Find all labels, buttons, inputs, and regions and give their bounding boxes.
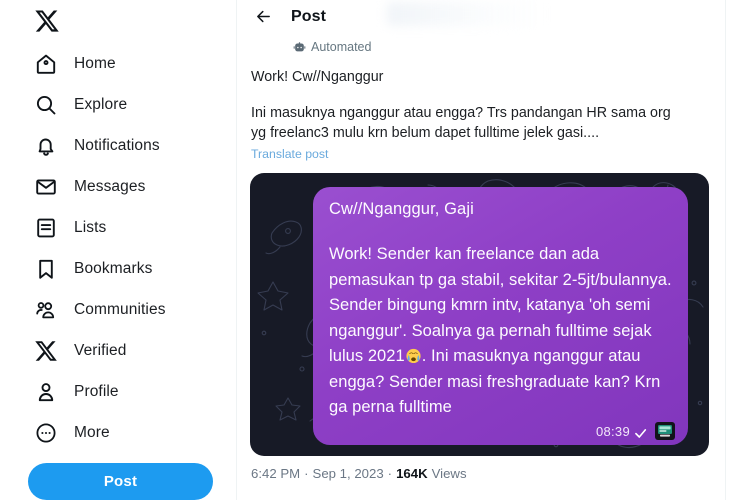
- metadata-separator: ·: [304, 466, 309, 481]
- sidebar-item-label: Lists: [74, 218, 107, 236]
- more-circle-icon: [33, 420, 58, 445]
- person-icon: [33, 379, 58, 404]
- post-time: 6:42 PM: [251, 466, 301, 481]
- sidebar-item-label: Notifications: [74, 136, 160, 154]
- sidebar-item-notifications[interactable]: Notifications: [0, 125, 236, 166]
- sidebar-item-label: Communities: [74, 300, 166, 318]
- translate-post-link[interactable]: Translate post: [251, 147, 328, 161]
- envelope-icon: [33, 174, 58, 199]
- redacted-account-name: [387, 2, 547, 26]
- post-title-line: Work! Cw//Nganggur: [251, 69, 384, 85]
- x-logo-icon: [33, 338, 58, 363]
- sidebar-item-profile[interactable]: Profile: [0, 371, 236, 412]
- bell-icon: [33, 133, 58, 158]
- double-check-icon: [635, 426, 650, 438]
- robot-icon: [293, 41, 306, 54]
- compose-post-button[interactable]: Post: [28, 463, 213, 500]
- automated-label: Automated: [311, 40, 372, 54]
- sidebar-item-lists[interactable]: Lists: [0, 207, 236, 248]
- sidebar-item-messages[interactable]: Messages: [0, 166, 236, 207]
- chat-bubble: Cw//Nganggur, Gaji Work! Sender kan free…: [313, 187, 688, 445]
- sidebar-item-label: Home: [74, 54, 116, 72]
- post-metadata-footer: 6:42 PM · Sep 1, 2023 · 164K Views: [237, 456, 725, 481]
- topbar: Post: [237, 0, 725, 33]
- sidebar-item-label: Messages: [74, 177, 146, 195]
- post-content: Work! Cw//Nganggur Ini masuknya nganggur…: [237, 68, 725, 163]
- metadata-separator: ·: [387, 466, 393, 481]
- sidebar-item-communities[interactable]: Communities: [0, 289, 236, 330]
- page-title: Post: [291, 7, 327, 25]
- automated-badge: Automated: [237, 36, 725, 58]
- views-count: 164K: [396, 466, 428, 481]
- sidebar-item-more[interactable]: More: [0, 412, 236, 453]
- people-icon: [33, 297, 58, 322]
- post-text: Ini masuknya nganggur atau engga? Trs pa…: [251, 105, 671, 141]
- chat-bubble-text: Work! Sender kan freelance dan ada pemas…: [329, 242, 672, 421]
- back-arrow-icon: [255, 8, 272, 25]
- sidebar: Home Explore Notifications Messages List…: [0, 0, 237, 500]
- sidebar-item-label: Profile: [74, 382, 119, 400]
- post-media-image[interactable]: Cw//Nganggur, Gaji Work! Sender kan free…: [250, 173, 709, 456]
- post-date: Sep 1, 2023: [312, 466, 384, 481]
- back-button[interactable]: [250, 3, 277, 30]
- x-twitter-app: Home Explore Notifications Messages List…: [0, 0, 750, 500]
- chat-timestamp: 08:39: [595, 423, 630, 439]
- sticker-thumbnail-icon: [655, 422, 675, 440]
- loudly-crying-face-emoji: [405, 347, 422, 364]
- x-logo-button[interactable]: [0, 2, 60, 39]
- views-label: Views: [431, 466, 467, 481]
- home-icon: [33, 51, 58, 76]
- sidebar-item-bookmarks[interactable]: Bookmarks: [0, 248, 236, 289]
- sidebar-item-home[interactable]: Home: [0, 43, 236, 84]
- sidebar-nav: Home Explore Notifications Messages List…: [0, 43, 236, 453]
- sidebar-item-verified[interactable]: Verified: [0, 330, 236, 371]
- sidebar-item-explore[interactable]: Explore: [0, 84, 236, 125]
- list-icon: [33, 215, 58, 240]
- sidebar-item-label: Bookmarks: [74, 259, 153, 277]
- chat-bubble-meta: 08:39: [596, 422, 675, 440]
- right-sidebar-area: [726, 0, 750, 500]
- chat-bubble-title: Cw//Nganggur, Gaji: [329, 200, 474, 218]
- sidebar-item-label: Verified: [74, 341, 127, 359]
- sidebar-item-label: Explore: [74, 95, 128, 113]
- x-logo-icon: [34, 8, 60, 34]
- search-icon: [33, 92, 58, 117]
- post-detail-column: Post Automated Work! Cw//Nganggur Ini ma…: [237, 0, 726, 500]
- bookmark-icon: [33, 256, 58, 281]
- sidebar-item-label: More: [74, 423, 110, 441]
